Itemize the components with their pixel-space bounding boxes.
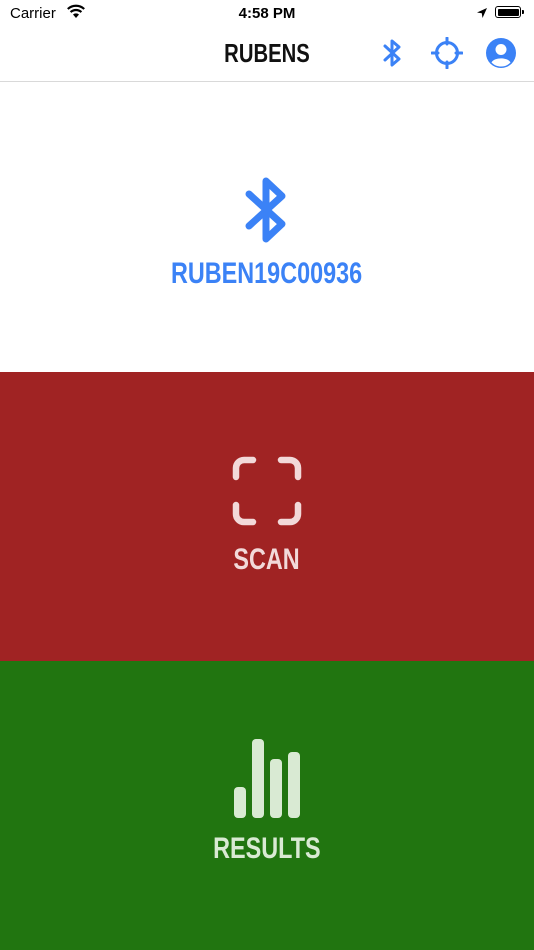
app-title: RUBENS	[224, 38, 310, 68]
bluetooth-button[interactable]	[376, 38, 410, 72]
scan-frame-icon	[232, 456, 302, 531]
bluetooth-icon	[382, 37, 404, 74]
crosshair-icon	[430, 36, 464, 74]
location-target-button[interactable]	[430, 36, 464, 74]
bar-chart-icon	[232, 739, 302, 824]
status-bar: Carrier 4:58 PM	[0, 0, 534, 28]
scan-label: SCAN	[233, 543, 301, 576]
profile-button[interactable]	[484, 37, 518, 74]
device-panel[interactable]: RUBEN19C00936	[0, 82, 534, 372]
results-button[interactable]: RESULTS	[0, 661, 534, 950]
navigation-bar: RUBENS	[0, 28, 534, 82]
user-circle-icon	[485, 37, 517, 74]
results-label: RESULTS	[213, 832, 321, 865]
location-arrow-icon	[476, 6, 488, 24]
scan-button[interactable]: SCAN	[0, 372, 534, 661]
device-name: RUBEN19C00936	[171, 256, 363, 290]
bluetooth-icon	[244, 172, 290, 253]
battery-icon	[495, 6, 524, 18]
status-time: 4:58 PM	[238, 5, 296, 22]
